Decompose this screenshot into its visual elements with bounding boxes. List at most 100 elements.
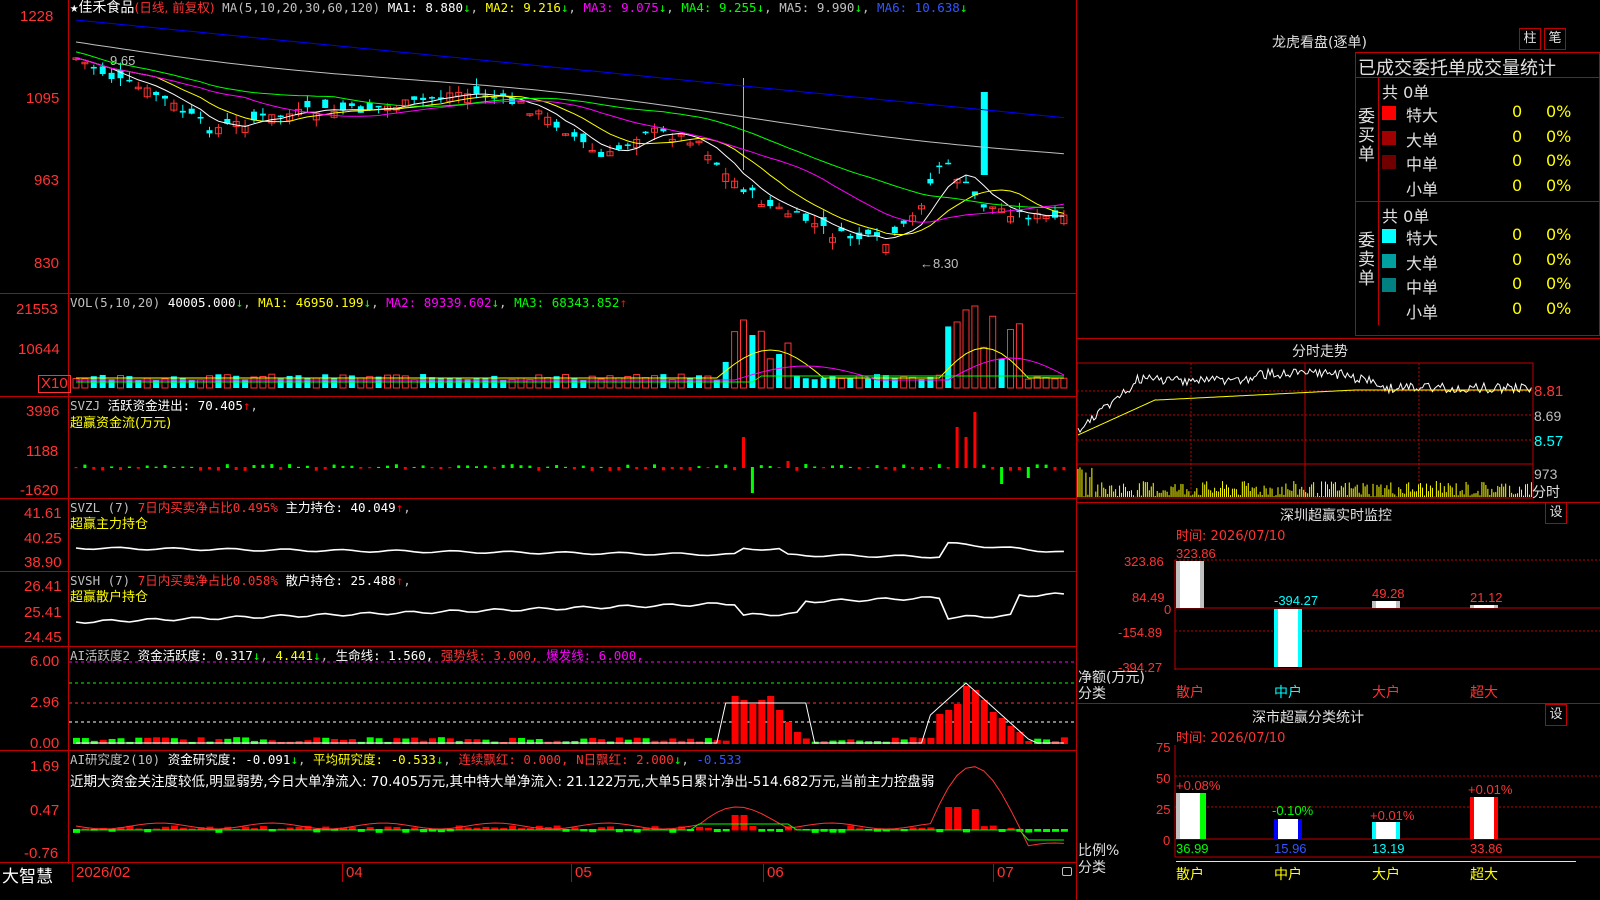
flow-bar [813,466,817,468]
flow-bar [501,464,505,468]
flow-bar [199,467,203,471]
ma5-line [75,41,1064,155]
fltj-val: 36.99 [1176,841,1209,856]
szjk-cat-label: 分类 [1078,686,1106,702]
order-pct: 0% [1546,151,1572,170]
intraday-chart[interactable] [1076,360,1600,500]
research-bar [740,815,748,831]
research-bar [767,829,775,832]
flow-bar [866,467,870,469]
bar-value: 21.12 [1470,590,1503,605]
candle-down [375,105,382,108]
flow-bar [181,466,185,468]
activity-bar [295,740,303,744]
kline-group [72,19,1068,256]
candle-down [411,96,418,100]
fltj-val: 15.96 [1274,841,1307,856]
volume-bar [429,377,435,388]
order-row: 中单 0 0% [1380,151,1600,175]
flow-bar [795,467,799,471]
candle-down [980,204,987,208]
flow-bar [759,465,763,468]
activity-bar [740,700,748,744]
order-pct: 0% [1546,102,1572,121]
vol-unit-badge[interactable]: X10 [38,375,71,393]
research-bar [954,807,962,831]
volume-bar [322,374,329,388]
volume-bar [989,315,997,389]
net-bar-retail-edge [1200,561,1204,608]
flow-bar [857,467,861,469]
flow-bar [439,467,443,470]
svzj-ytick: -1620 [20,482,59,499]
order-pct: 0% [1546,274,1572,293]
fltj-pct: -0.10% [1272,803,1314,818]
ratio-bar-large-edge [1372,822,1376,839]
szjk-ytick: -154.89 [1118,625,1163,640]
fltj-ytick: 25 [1156,802,1171,817]
szjk-settings-button[interactable]: 设 [1545,502,1567,524]
candle-down [980,92,988,175]
order-size-label: 小单 [1406,302,1439,322]
flow-bar [492,467,496,469]
net-bar-super [1470,605,1498,608]
svsh-ytick: 26.41 [24,578,62,595]
flow-bar [572,467,576,470]
research-bar [1060,829,1068,832]
candle-down [900,220,907,224]
candle-down [927,178,934,184]
volume-bar [1051,378,1059,389]
avg-research-line [76,823,1064,841]
activity-bar [927,737,935,744]
flow-bar [270,464,274,468]
fs-ytick: 8.57 [1534,433,1564,450]
fltj-title: 深市超赢分类统计 [1252,710,1364,726]
activity-bar [963,686,970,744]
svsh-subtitle: 超赢散户持仓 [70,590,149,605]
flow-bar [341,465,345,468]
szjk-cat: 超大 [1470,684,1498,700]
research-bar [1034,829,1042,832]
bar-mode-button[interactable]: 柱 [1519,28,1541,50]
flow-bar [1035,464,1039,468]
flow-bar [688,467,692,471]
svzj-ytick: 1188 [26,443,59,460]
order-count: 0 [1512,126,1523,146]
buy-side-label: 委买单 [1358,107,1375,165]
fltj-settings-button[interactable]: 设 [1545,704,1567,726]
color-swatch [1382,253,1396,268]
app-brand[interactable]: 大智慧 [2,862,53,887]
flow-bar [617,467,621,471]
flow-bar [991,467,995,470]
flow-bar [350,465,354,468]
flow-bar [519,465,523,468]
volume-bar [668,378,676,389]
activity-bar [455,740,463,744]
flow-bar [261,464,265,468]
szjk-ytick: 84.49 [1132,590,1165,605]
fltj-chart[interactable] [1076,740,1600,860]
svzj-subtitle: 超赢资金流(万元) [70,416,172,431]
flow-bar [430,467,434,469]
flow-bar [377,466,381,468]
fltj-ytick: 50 [1156,771,1171,786]
ratio-bar-super-edge [1494,797,1498,839]
color-swatch [1382,130,1396,145]
volume-bar [909,376,917,389]
svzl-ytick: 41.61 [24,505,62,522]
ratio-bar-mid-edge [1298,819,1302,839]
flow-bar [831,465,834,468]
candle-down [740,189,747,193]
tick-mode-button[interactable]: 笔 [1544,28,1566,50]
szjk-title: 深圳超赢实时监控 [1280,508,1392,524]
volume-bar [757,330,765,389]
order-row: 大单 0 0% [1380,250,1600,274]
volume-bar [215,374,222,388]
research-bar [971,809,979,831]
activity-bar [251,740,258,744]
vol-ma1-line [76,347,1064,379]
candle-up [517,101,525,104]
lock-icon[interactable] [1062,867,1072,876]
activity-bar [945,710,953,744]
research-bar [1043,829,1051,833]
